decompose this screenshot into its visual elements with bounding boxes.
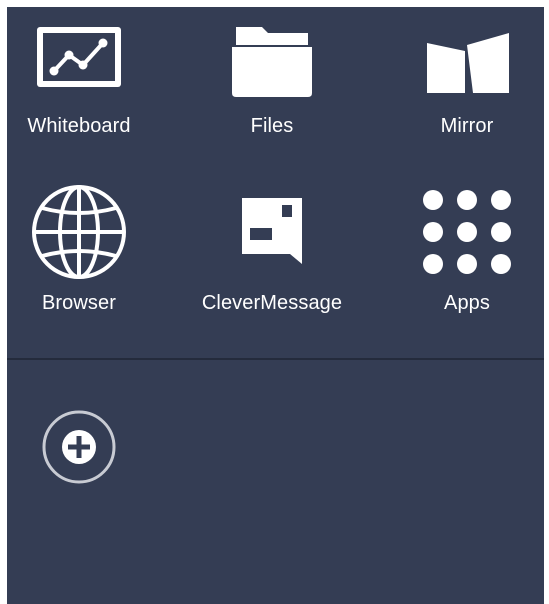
apps-grid-icon xyxy=(382,182,549,282)
apps-label: Apps xyxy=(444,292,490,314)
browser-label: Browser xyxy=(41,292,117,314)
whiteboard-tile[interactable]: Whiteboard xyxy=(0,7,164,157)
files-label: Files xyxy=(250,115,294,137)
globe-icon xyxy=(0,182,164,282)
launcher-panel: Whiteboard Files Mirror Browser CleverMe… xyxy=(7,7,544,604)
clevermessage-label: CleverMessage xyxy=(201,292,343,314)
browser-tile[interactable]: Browser xyxy=(0,182,164,332)
message-icon xyxy=(187,182,357,282)
folder-icon xyxy=(187,7,357,107)
add-app-button[interactable] xyxy=(41,409,117,485)
whiteboard-label: Whiteboard xyxy=(27,115,131,137)
mirror-label: Mirror xyxy=(440,115,494,137)
mirror-tile[interactable]: Mirror xyxy=(382,7,549,157)
add-circle-icon xyxy=(42,410,116,484)
section-divider xyxy=(7,358,544,360)
whiteboard-icon xyxy=(0,7,164,107)
clevermessage-tile[interactable]: CleverMessage xyxy=(187,182,357,332)
mirror-icon xyxy=(382,7,549,107)
apps-tile[interactable]: Apps xyxy=(382,182,549,332)
files-tile[interactable]: Files xyxy=(187,7,357,157)
